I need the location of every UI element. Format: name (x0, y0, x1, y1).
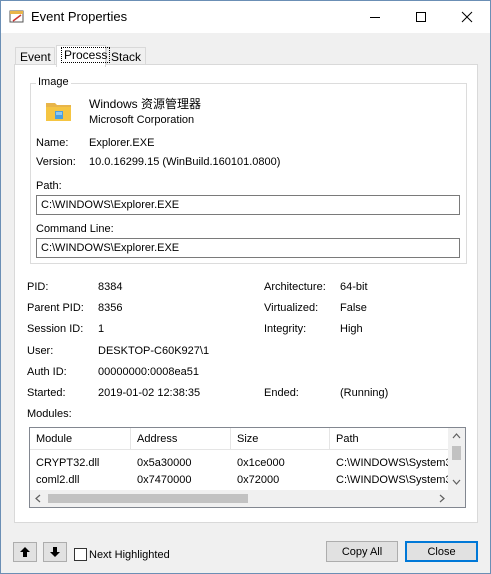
session-id-value: 1 (98, 323, 105, 335)
virtualized-value: False (340, 302, 367, 314)
image-group: Image Windows 资源管理器 Microsoft Corporatio… (30, 76, 467, 264)
address-cell: 0x5a30000 (137, 457, 192, 469)
virtualized-label: Virtualized: (264, 302, 319, 314)
parent-pid-label: Parent PID: (27, 302, 84, 314)
column-header-module[interactable]: Module (30, 428, 131, 450)
modules-header: Module Address Size Path (30, 428, 450, 450)
image-group-label: Image (36, 76, 71, 88)
module-cell: coml2.dll (36, 474, 80, 486)
arrow-up-icon (20, 547, 30, 557)
event-properties-window: Event Properties Event Process Stack Ima… (0, 0, 491, 574)
image-company: Microsoft Corporation (89, 114, 195, 126)
maximize-icon (416, 12, 426, 22)
cmdline-label: Command Line: (36, 223, 114, 235)
size-cell: 0x1ce000 (237, 457, 285, 469)
path-field[interactable]: C:\WINDOWS\Explorer.EXE (36, 195, 460, 215)
close-button[interactable]: Close (405, 541, 478, 562)
arrow-down-icon (50, 547, 60, 557)
minimize-button[interactable] (352, 1, 398, 33)
parent-pid-value: 8356 (98, 302, 123, 314)
next-highlighted-checkbox[interactable] (74, 548, 87, 561)
copy-all-button[interactable]: Copy All (326, 541, 398, 562)
tab-process[interactable]: Process (56, 45, 111, 67)
window-title: Event Properties (31, 9, 128, 24)
previous-event-button[interactable] (13, 542, 37, 562)
close-icon (461, 11, 473, 23)
name-label: Name: (36, 137, 69, 149)
table-row[interactable]: coml2.dll 0x7470000 0x72000 C:\WINDOWS\S… (30, 473, 450, 490)
modules-label: Modules: (27, 408, 72, 420)
integrity-value: High (340, 323, 363, 335)
module-cell: CRYPT32.dll (36, 457, 100, 469)
auth-id-label: Auth ID: (27, 366, 67, 378)
horizontal-scrollbar[interactable] (30, 490, 450, 507)
copy-all-label: Copy All (341, 545, 383, 558)
architecture-value: 64-bit (340, 281, 368, 293)
ended-label: Ended: (264, 387, 299, 399)
vertical-scrollbar[interactable] (448, 428, 465, 490)
properties-icon (9, 9, 25, 25)
version-label: Version: (36, 156, 76, 168)
pid-value: 8384 (98, 281, 123, 293)
user-label: User: (27, 345, 54, 357)
started-label: Started: (27, 387, 66, 399)
process-tab-panel: Image Windows 资源管理器 Microsoft Corporatio… (14, 64, 478, 523)
minimize-icon (370, 17, 380, 18)
close-label: Close (427, 545, 456, 558)
architecture-label: Architecture: (264, 281, 326, 293)
next-highlighted-label: Next Highlighted (89, 549, 170, 561)
explorer-folder-icon (44, 96, 74, 126)
ended-value: (Running) (340, 387, 389, 399)
maximize-button[interactable] (398, 1, 444, 33)
path-cell: C:\WINDOWS\System3 (336, 457, 450, 469)
pid-label: PID: (27, 281, 49, 293)
column-header-address[interactable]: Address (131, 428, 231, 450)
integrity-label: Integrity: (264, 323, 307, 335)
column-header-size[interactable]: Size (231, 428, 330, 450)
column-header-path[interactable]: Path (330, 428, 450, 450)
close-window-button[interactable] (444, 1, 490, 33)
version-value: 10.0.16299.15 (WinBuild.160101.0800) (89, 156, 281, 168)
size-cell: 0x72000 (237, 474, 280, 486)
title-bar[interactable]: Event Properties (1, 1, 490, 33)
session-id-label: Session ID: (27, 323, 84, 335)
tab-process-label: Process (61, 47, 111, 63)
modules-list[interactable]: Module Address Size Path CRYPT32.dll 0x5… (29, 427, 466, 508)
user-value: DESKTOP-C60K927\1 (98, 345, 210, 357)
auth-id-value: 00000000:0008ea51 (98, 366, 199, 378)
path-cell: C:\WINDOWS\System3 (336, 474, 450, 486)
cmdline-field[interactable]: C:\WINDOWS\Explorer.EXE (36, 238, 460, 258)
name-value: Explorer.EXE (89, 137, 155, 149)
image-product: Windows 资源管理器 (89, 97, 202, 111)
started-value: 2019-01-02 12:38:35 (98, 387, 201, 399)
address-cell: 0x7470000 (137, 474, 192, 486)
table-row[interactable]: CRYPT32.dll 0x5a30000 0x1ce000 C:\WINDOW… (30, 456, 450, 473)
tab-event-label: Event (20, 50, 51, 64)
path-label: Path: (36, 180, 62, 192)
next-event-button[interactable] (43, 542, 67, 562)
tab-stack-label: Stack (111, 50, 142, 64)
scrollbar-corner (448, 490, 465, 507)
